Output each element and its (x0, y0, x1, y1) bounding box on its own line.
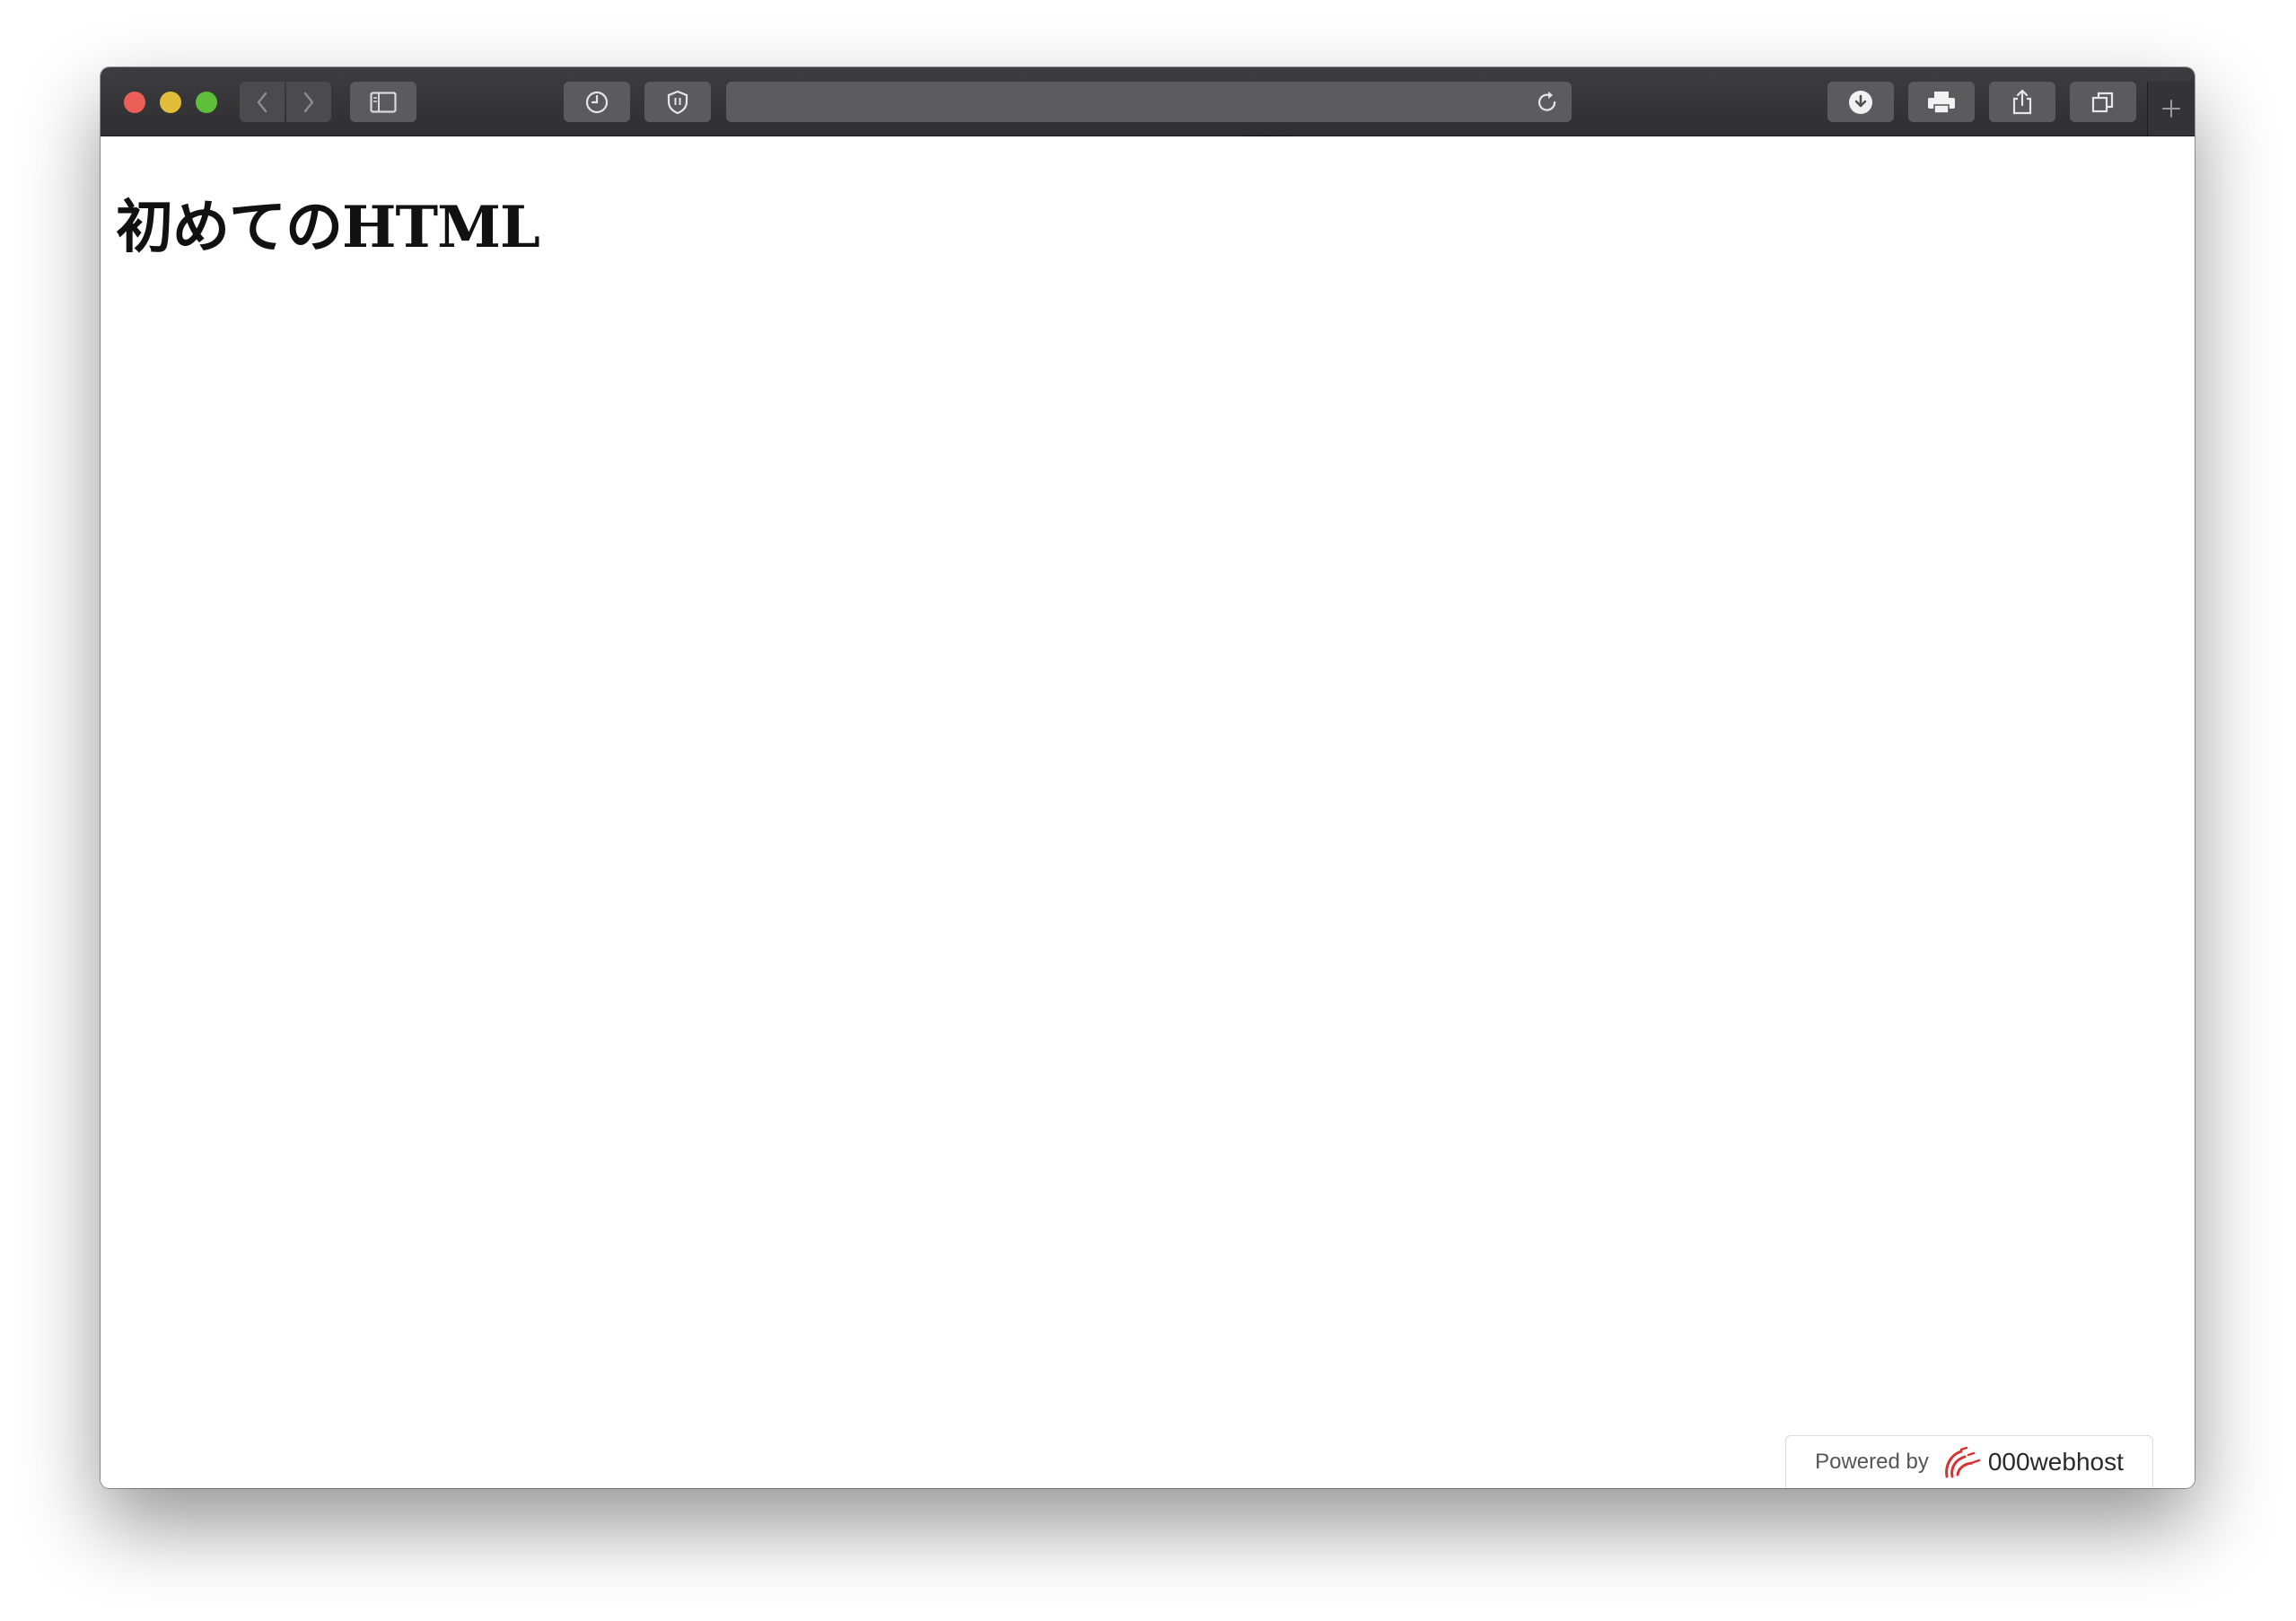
tabs-overview-icon (2091, 92, 2114, 112)
chevron-left-icon (257, 92, 267, 112)
powered-by-label: Powered by (1815, 1450, 1929, 1474)
share-icon (2012, 89, 2032, 114)
printer-icon (1928, 91, 1955, 114)
reload-button[interactable] (1536, 90, 1559, 118)
sidebar-button[interactable] (350, 82, 416, 122)
downloads-button[interactable] (1827, 82, 1894, 122)
extension-button[interactable] (644, 82, 711, 122)
share-button[interactable] (1989, 82, 2055, 122)
browser-toolbar (101, 67, 2195, 136)
window-close-button[interactable] (124, 92, 145, 113)
address-bar[interactable] (726, 82, 1572, 122)
reload-icon (1538, 92, 1556, 111)
browser-window: 初めてのHTML Powered by 000webhost (101, 67, 2195, 1488)
tab-overview-button[interactable] (2070, 82, 2136, 122)
history-button[interactable] (564, 82, 630, 122)
new-tab-button[interactable] (2147, 82, 2195, 136)
print-button[interactable] (1908, 82, 1975, 122)
chevron-right-icon (303, 92, 314, 112)
window-zoom-button[interactable] (196, 92, 217, 113)
sidebar-icon (370, 91, 397, 113)
forward-button[interactable] (286, 82, 331, 122)
window-minimize-button[interactable] (160, 92, 181, 113)
download-icon (1849, 90, 1872, 114)
shield-icon (667, 90, 688, 114)
brand-label: 000webhost (1987, 1448, 2124, 1476)
page-content: 初めてのHTML Powered by 000webhost (101, 136, 2195, 1488)
back-button[interactable] (240, 82, 285, 122)
hosting-badge[interactable]: Powered by 000webhost (1785, 1435, 2153, 1488)
clock-icon (585, 91, 609, 113)
navigation-group (240, 82, 331, 122)
000webhost-logo-icon (1944, 1446, 1981, 1478)
page-heading: 初めてのHTML (116, 194, 540, 261)
plus-icon (2162, 100, 2180, 118)
